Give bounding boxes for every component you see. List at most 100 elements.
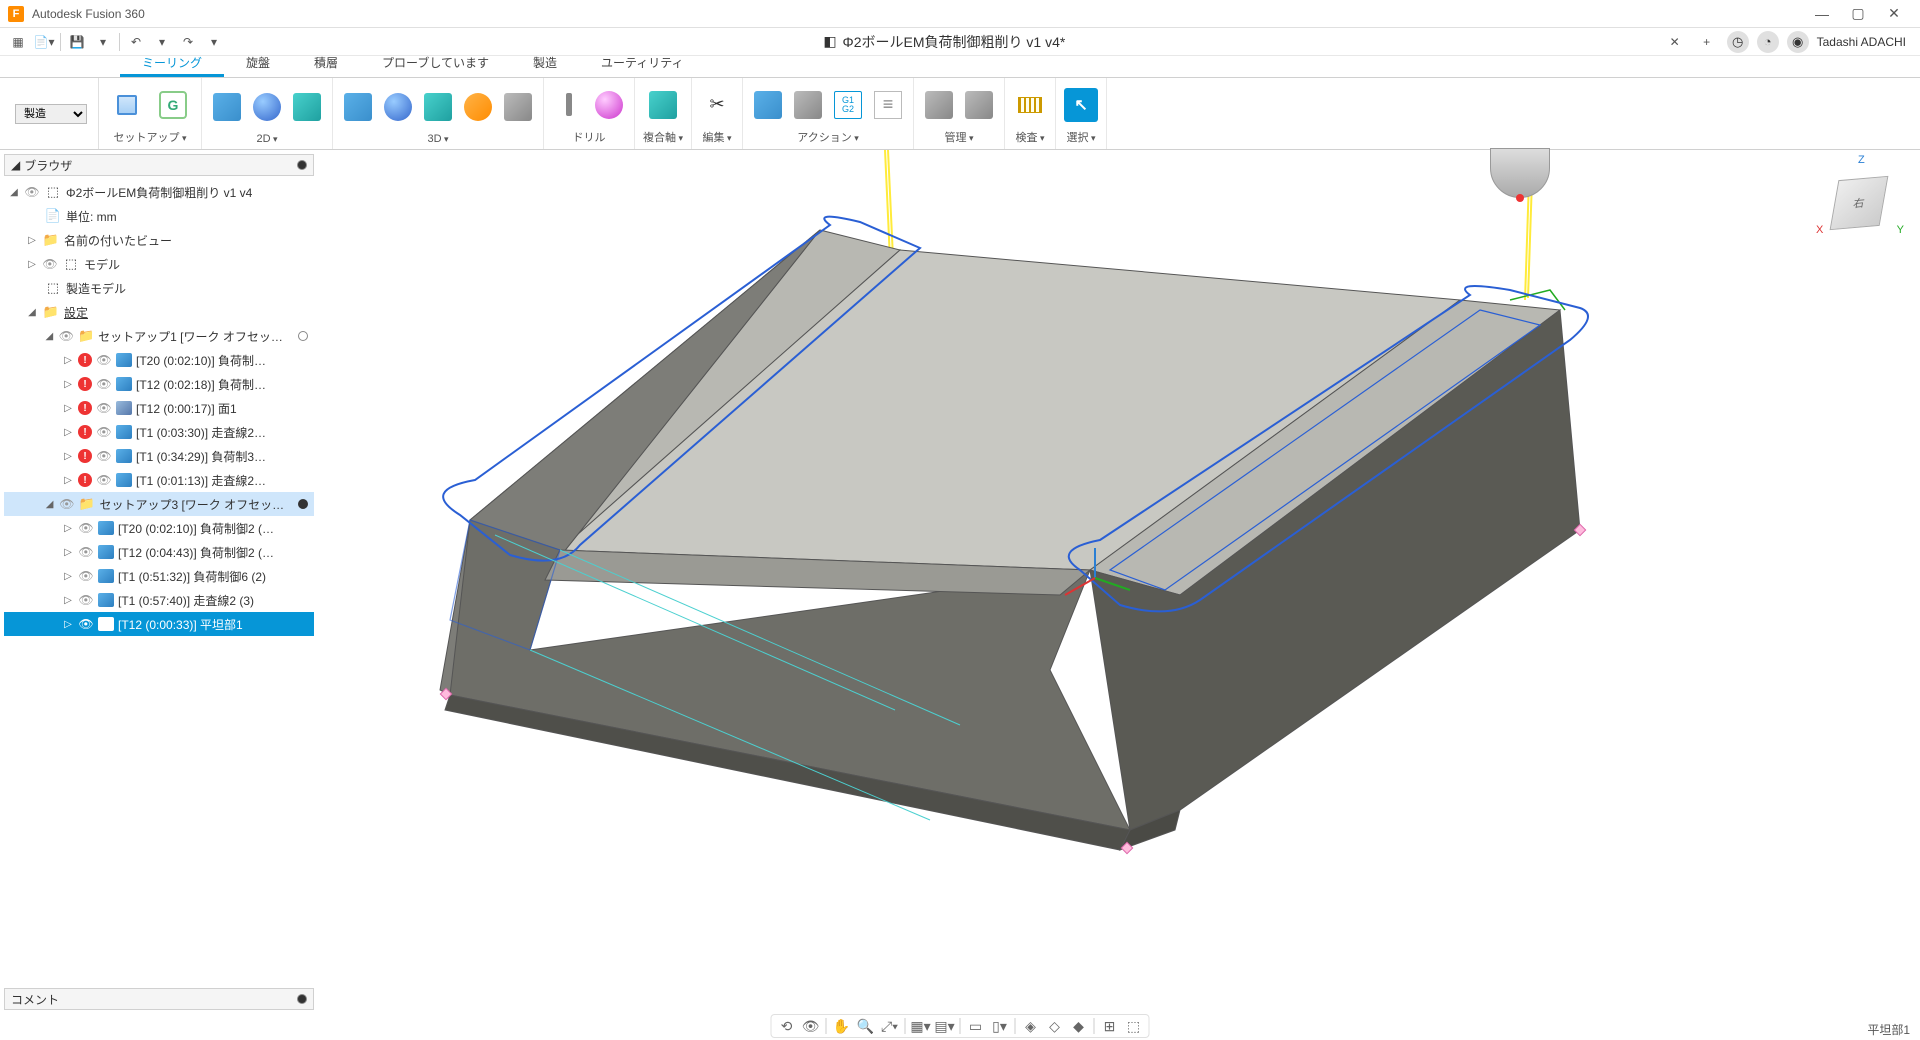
app-title: Autodesk Fusion 360: [32, 7, 145, 21]
tree-units[interactable]: 📄単位: mm: [4, 204, 314, 228]
generate-icon[interactable]: [751, 88, 785, 122]
3d-scallop-icon[interactable]: [381, 90, 415, 124]
group-action: アクション: [743, 78, 914, 149]
2d-adaptive-icon[interactable]: [210, 90, 244, 124]
model-vis-icon[interactable]: ⬚: [1123, 1016, 1145, 1036]
stock-wire-icon[interactable]: ◆: [1068, 1016, 1090, 1036]
minimize-button[interactable]: —: [1804, 2, 1840, 26]
caret-icon: ◢: [11, 158, 20, 172]
tree-named-views[interactable]: ▷📁名前の付いたビュー: [4, 228, 314, 252]
panel-options-icon[interactable]: [297, 160, 307, 170]
toolpath-icon[interactable]: ⊞: [1099, 1016, 1121, 1036]
zoom-fit-icon[interactable]: ⤢▾: [879, 1016, 901, 1036]
tree-op-s3-0[interactable]: ▷👁[T20 (0:02:10)] 負荷制御2 (…: [4, 516, 314, 540]
save-icon[interactable]: 💾: [65, 31, 89, 53]
notifications-icon[interactable]: ◔: [1757, 31, 1779, 53]
task-manager-icon[interactable]: [962, 88, 996, 122]
tab-additive[interactable]: 積層: [292, 51, 360, 77]
display-style-icon[interactable]: ▦▾: [910, 1016, 932, 1036]
tree-op-s3-4-selected[interactable]: ▷👁[T12 (0:00:33)] 平坦部1: [4, 612, 314, 636]
select-icon[interactable]: [1064, 88, 1098, 122]
panel-options-icon[interactable]: [297, 994, 307, 1004]
3d-adaptive-icon[interactable]: [341, 90, 375, 124]
look-icon[interactable]: 👁: [800, 1016, 822, 1036]
tree-op-s1-4[interactable]: ▷!👁[T1 (0:34:29)] 負荷制3…: [4, 444, 314, 468]
edit-scissors-icon[interactable]: [700, 88, 734, 122]
group-select: 選択: [1056, 78, 1107, 149]
browser-header[interactable]: ◢ ブラウザ: [4, 154, 314, 176]
extensions-icon[interactable]: ◷: [1727, 31, 1749, 53]
3d-spiral-icon[interactable]: [501, 90, 535, 124]
3d-horizontal-icon[interactable]: [461, 90, 495, 124]
zoom-icon[interactable]: 🔍: [855, 1016, 877, 1036]
stock-solid-icon[interactable]: ◈: [1020, 1016, 1042, 1036]
tree-op-s1-1[interactable]: ▷!👁[T12 (0:02:18)] 負荷制…: [4, 372, 314, 396]
orbit-icon[interactable]: ⟲: [776, 1016, 798, 1036]
document-tab[interactable]: ◧ Φ2ボールEM負荷制御粗削り v1 v4*: [228, 32, 1661, 52]
viewport-single-icon[interactable]: ▭: [965, 1016, 987, 1036]
view-cube-face[interactable]: 右: [1830, 176, 1889, 230]
group-label-select: 選択: [1067, 129, 1096, 147]
2d-pocket-icon[interactable]: [250, 90, 284, 124]
save-dropdown-icon[interactable]: ▾: [91, 31, 115, 53]
measure-icon[interactable]: [1013, 88, 1047, 122]
group-inspect: 検査: [1005, 78, 1056, 149]
app-menu-icon[interactable]: ▦: [6, 31, 30, 53]
group-label-2d: 2D: [256, 133, 277, 147]
tree-root[interactable]: ◢👁⬚ Φ2ボールEM負荷制御粗削り v1 v4: [4, 180, 314, 204]
multiaxis-icon[interactable]: [646, 88, 680, 122]
tree-setup1[interactable]: ◢👁📁 セットアップ1 [ワーク オフセット =既…: [4, 324, 314, 348]
group-label-setup: セットアップ: [113, 129, 186, 147]
tab-milling[interactable]: ミーリング: [120, 51, 224, 77]
help-icon[interactable]: ◉: [1787, 31, 1809, 53]
new-tab-icon[interactable]: +: [1695, 31, 1719, 53]
undo-icon[interactable]: ↶: [124, 31, 148, 53]
tool-library-icon[interactable]: [922, 88, 956, 122]
tree-mfg-models[interactable]: ⬚製造モデル: [4, 276, 314, 300]
workspace-switcher[interactable]: 製造: [4, 78, 99, 149]
tab-probing[interactable]: プローブしています: [360, 51, 511, 77]
redo-dropdown-icon[interactable]: ▾: [202, 31, 226, 53]
tree-op-s1-0[interactable]: ▷!👁[T20 (0:02:10)] 負荷制…: [4, 348, 314, 372]
view-cube[interactable]: Z 右 X Y: [1820, 160, 1900, 240]
error-icon: !: [78, 473, 92, 487]
group-label-manage: 管理: [945, 129, 974, 147]
document-title: Φ2ボールEM負荷制御粗削り v1 v4*: [843, 32, 1066, 52]
tree-models[interactable]: ▷👁⬚モデル: [4, 252, 314, 276]
setup-sheet-icon[interactable]: [871, 88, 905, 122]
tree-op-s3-2[interactable]: ▷👁[T1 (0:51:32)] 負荷制御6 (2): [4, 564, 314, 588]
tree-setup3[interactable]: ◢👁📁 セットアップ3 [ワーク オフセット =…: [4, 492, 314, 516]
tree-op-s3-3[interactable]: ▷👁[T1 (0:57:40)] 走査線2 (3): [4, 588, 314, 612]
postprocess-icon[interactable]: [831, 88, 865, 122]
tab-turning[interactable]: 旋盤: [224, 51, 292, 77]
tree-op-s3-1[interactable]: ▷👁[T12 (0:04:43)] 負荷制御2 (…: [4, 540, 314, 564]
workspace-select[interactable]: 製造: [15, 104, 87, 124]
redo-icon[interactable]: ↷: [176, 31, 200, 53]
group-edit: 編集: [692, 78, 743, 149]
simulate-icon[interactable]: [791, 88, 825, 122]
setup-icon[interactable]: [107, 85, 147, 125]
close-tab-icon[interactable]: ✕: [1663, 31, 1687, 53]
undo-dropdown-icon[interactable]: ▾: [150, 31, 174, 53]
drill2-icon[interactable]: [592, 88, 626, 122]
stock-transparent-icon[interactable]: ◇: [1044, 1016, 1066, 1036]
nc-program-icon[interactable]: [153, 85, 193, 125]
tab-fabrication[interactable]: 製造: [511, 51, 579, 77]
close-button[interactable]: ✕: [1876, 2, 1912, 26]
3d-parallel-icon[interactable]: [421, 90, 455, 124]
tree-settings[interactable]: ◢📁設定: [4, 300, 314, 324]
tree-op-s1-2[interactable]: ▷!👁[T12 (0:00:17)] 面1: [4, 396, 314, 420]
tab-utilities[interactable]: ユーティリティ: [579, 51, 706, 77]
file-menu-icon[interactable]: 📄▾: [32, 31, 56, 53]
viewport-multi-icon[interactable]: ▯▾: [989, 1016, 1011, 1036]
group-3d: 3D: [333, 78, 544, 149]
comment-panel-header[interactable]: コメント: [4, 988, 314, 1010]
grid-icon[interactable]: ▤▾: [934, 1016, 956, 1036]
pan-icon[interactable]: ✋: [831, 1016, 853, 1036]
user-name[interactable]: Tadashi ADACHI: [1817, 35, 1906, 49]
tree-op-s1-5[interactable]: ▷!👁[T1 (0:01:13)] 走査線2…: [4, 468, 314, 492]
2d-face-icon[interactable]: [290, 90, 324, 124]
maximize-button[interactable]: ▢: [1840, 2, 1876, 26]
tree-op-s1-3[interactable]: ▷!👁[T1 (0:03:30)] 走査線2…: [4, 420, 314, 444]
drill-icon[interactable]: [552, 88, 586, 122]
